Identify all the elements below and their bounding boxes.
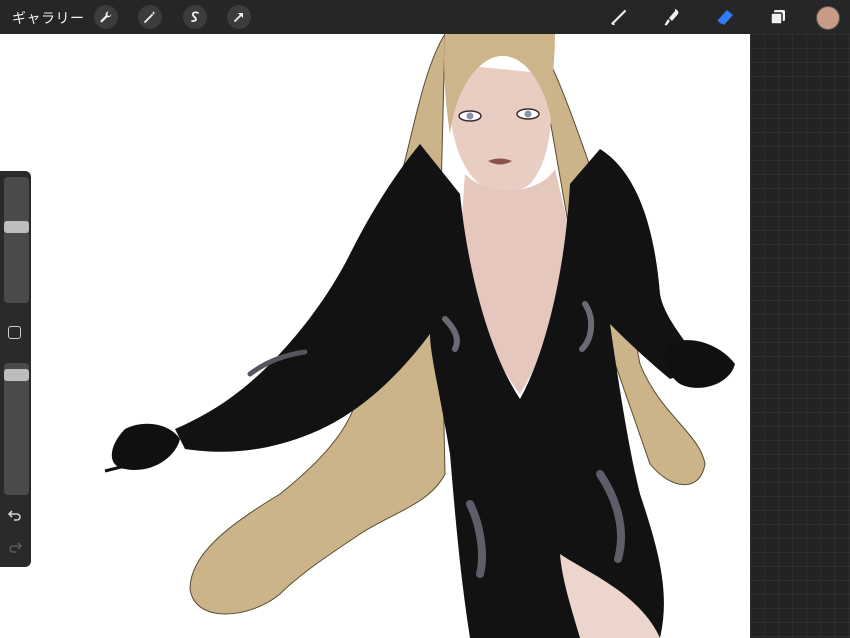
selection-icon — [191, 11, 199, 22]
opacity-slider[interactable] — [4, 363, 29, 495]
eraser-icon — [717, 10, 733, 25]
actions-button[interactable] — [94, 5, 118, 29]
wrench-icon — [100, 11, 112, 23]
redo-button[interactable] — [6, 539, 24, 555]
selection-button[interactable] — [183, 5, 207, 29]
brush-size-slider[interactable] — [4, 177, 29, 303]
magic-wand-icon — [144, 11, 156, 23]
modifier-square-icon[interactable] — [8, 326, 21, 339]
transform-arrow-icon — [234, 13, 243, 22]
brush-icon — [611, 9, 627, 26]
undo-icon — [8, 510, 21, 521]
adjustments-button[interactable] — [138, 5, 162, 29]
transform-button[interactable] — [227, 5, 251, 29]
smudge-icon — [664, 9, 679, 26]
brush-tool[interactable] — [606, 5, 632, 29]
layers-button[interactable] — [765, 5, 791, 29]
opacity-thumb[interactable] — [4, 369, 29, 381]
smudge-tool[interactable] — [659, 5, 685, 29]
illustration-artwork — [104, 34, 735, 638]
gallery-button[interactable]: ギャラリー — [12, 8, 85, 28]
undo-button[interactable] — [6, 507, 24, 523]
brush-size-thumb[interactable] — [4, 221, 29, 233]
drawing-canvas[interactable] — [0, 34, 750, 638]
top-toolbar: ギャラリー — [0, 0, 850, 34]
canvas-background-grid — [750, 34, 850, 638]
eraser-tool[interactable] — [712, 5, 738, 29]
color-swatch-button[interactable] — [816, 6, 840, 30]
left-sidebar — [0, 171, 31, 567]
layers-icon — [770, 10, 785, 25]
redo-icon — [9, 542, 22, 553]
